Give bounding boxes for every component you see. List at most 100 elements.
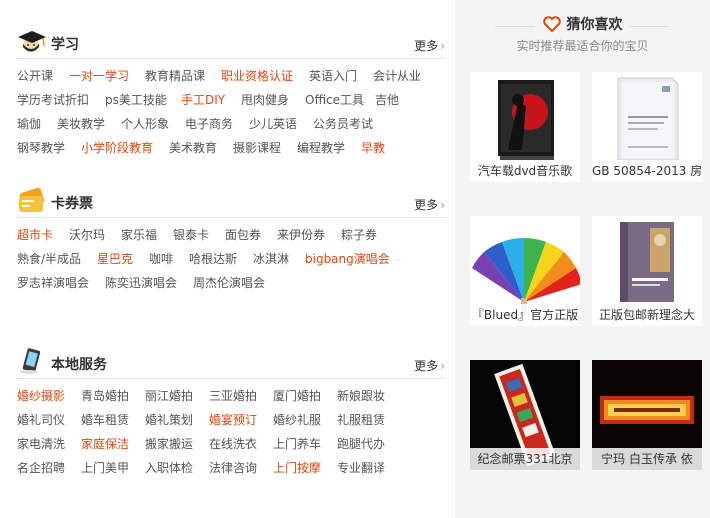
- category-link[interactable]: 小学阶段教育: [81, 140, 153, 156]
- category-link[interactable]: 名企招聘: [17, 460, 65, 476]
- category-link[interactable]: 婚车租赁: [81, 412, 129, 428]
- category-link[interactable]: 超市卡: [17, 227, 53, 243]
- graduation-cap-icon: [18, 31, 46, 52]
- category-link[interactable]: 星巴克: [97, 251, 133, 267]
- category-link[interactable]: 会计从业: [373, 68, 421, 84]
- product-caption: 汽车载dvd音乐歌: [470, 160, 580, 182]
- product-caption: 宁玛 白玉传承 依: [592, 448, 702, 470]
- category-link[interactable]: 入职体检: [145, 460, 193, 476]
- category-link[interactable]: 咖啡: [149, 251, 173, 267]
- section-title: 本地服务: [51, 357, 107, 373]
- category-link[interactable]: 陈奕迅演唱会: [105, 275, 177, 291]
- section-title: 学习: [51, 37, 79, 53]
- category-link[interactable]: 婚礼司仪: [17, 412, 65, 428]
- category-panel: 学习 更多 › 公开课 一对一学习 教育精品课 职业资格认证 英语入门 会计从业 …: [0, 0, 455, 518]
- category-link[interactable]: 银泰卡: [173, 227, 209, 243]
- category-link[interactable]: 冰淇淋: [253, 251, 289, 267]
- category-link[interactable]: 摄影课程: [233, 140, 281, 156]
- category-link[interactable]: 婚纱摄影: [17, 388, 65, 404]
- category-link[interactable]: 礼服租赁: [337, 412, 385, 428]
- category-link[interactable]: 新娘跟妆: [337, 388, 385, 404]
- category-link[interactable]: 美术教育: [169, 140, 217, 156]
- category-link[interactable]: 法律咨询: [209, 460, 257, 476]
- product-card[interactable]: 『Blued』官方正版: [470, 216, 580, 326]
- category-link[interactable]: 沃尔玛: [69, 227, 105, 243]
- category-link[interactable]: 上门美甲: [81, 460, 129, 476]
- category-link[interactable]: 专业翻译: [337, 460, 385, 476]
- category-link[interactable]: 婚纱礼服: [273, 412, 321, 428]
- category-link[interactable]: 手工DIY: [181, 92, 225, 108]
- category-link[interactable]: bigbang演唱会: [305, 251, 390, 267]
- product-card[interactable]: GB 50854-2013 房: [592, 72, 702, 182]
- category-link[interactable]: 公务员考试: [313, 116, 373, 132]
- section-header: 卡券票 更多 ›: [17, 187, 445, 218]
- recommendation-panel: 猜你喜欢 实时推荐最适合你的宝贝 汽车载dvd音乐歌 GB 50854-2013…: [455, 0, 710, 518]
- category-link[interactable]: 搬家搬运: [145, 436, 193, 452]
- category-link[interactable]: 丽江婚拍: [145, 388, 193, 404]
- more-link[interactable]: 更多 ›: [414, 196, 445, 213]
- product-caption: GB 50854-2013 房: [592, 160, 702, 182]
- category-link[interactable]: 少儿英语: [249, 116, 297, 132]
- link-row: 婚纱摄影 青岛婚拍 丽江婚拍 三亚婚拍 厦门婚拍 新娘跟妆: [17, 384, 445, 408]
- category-link[interactable]: 周杰伦演唱会: [193, 275, 265, 291]
- page: 学习 更多 › 公开课 一对一学习 教育精品课 职业资格认证 英语入门 会计从业 …: [0, 0, 710, 518]
- category-link[interactable]: 面包券: [225, 227, 261, 243]
- category-link[interactable]: 教育精品课: [145, 68, 205, 84]
- category-link[interactable]: 个人形象: [121, 116, 169, 132]
- phone-icon: [20, 348, 41, 374]
- link-row: 罗志祥演唱会 陈奕迅演唱会 周杰伦演唱会: [17, 271, 445, 295]
- category-link[interactable]: 粽子券: [341, 227, 377, 243]
- more-link[interactable]: 更多 ›: [414, 357, 445, 374]
- category-link[interactable]: 编程教学: [297, 140, 345, 156]
- product-card[interactable]: 宁玛 白玉传承 依: [592, 360, 702, 470]
- section-header: 学习 更多 ›: [17, 31, 445, 59]
- category-link[interactable]: 瑜伽: [17, 116, 41, 132]
- chevron-right-icon: ›: [440, 39, 445, 53]
- category-link[interactable]: 婚宴预订: [209, 412, 257, 428]
- link-row: 婚礼司仪 婚车租赁 婚礼策划 婚宴预订 婚纱礼服 礼服租赁: [17, 408, 445, 432]
- chevron-right-icon: ›: [440, 359, 445, 373]
- category-link[interactable]: 熟食/半成品: [17, 251, 81, 267]
- category-link[interactable]: 上门养车: [273, 436, 321, 452]
- link-row: 钢琴教学 小学阶段教育 美术教育 摄影课程 编程教学 早教: [17, 136, 445, 160]
- category-link[interactable]: 婚礼策划: [145, 412, 193, 428]
- category-link[interactable]: 电子商务: [185, 116, 233, 132]
- category-link[interactable]: 三亚婚拍: [209, 388, 257, 404]
- category-link[interactable]: 家乐福: [121, 227, 157, 243]
- section-cards: 卡券票 更多 › 超市卡 沃尔玛 家乐福 银泰卡 面包券 来伊份券 粽子券 熟食/…: [17, 187, 445, 295]
- category-link[interactable]: 公开课: [17, 68, 53, 84]
- category-link[interactable]: 上门按摩: [273, 460, 321, 476]
- category-link[interactable]: 甩肉健身: [241, 92, 289, 108]
- category-link[interactable]: 在线洗衣: [209, 436, 257, 452]
- category-link[interactable]: 家庭保洁: [81, 436, 129, 452]
- category-link[interactable]: 家电清洗: [17, 436, 65, 452]
- category-link[interactable]: 来伊份券: [277, 227, 325, 243]
- product-card[interactable]: 正版包邮新理念大: [592, 216, 702, 326]
- category-link[interactable]: 职业资格认证: [221, 68, 293, 84]
- product-card[interactable]: 汽车载dvd音乐歌: [470, 72, 580, 182]
- category-link[interactable]: 一对一学习: [69, 68, 129, 84]
- category-link[interactable]: Office工具: [305, 92, 364, 108]
- category-link[interactable]: 学历考试折扣: [17, 92, 89, 108]
- category-link[interactable]: 吉他: [375, 92, 399, 108]
- section-header: 本地服务 更多 ›: [17, 348, 445, 379]
- more-link[interactable]: 更多 ›: [414, 37, 445, 54]
- recommendation-title: 猜你喜欢: [566, 17, 623, 33]
- category-link[interactable]: 罗志祥演唱会: [17, 275, 89, 291]
- category-link[interactable]: 钢琴教学: [17, 140, 65, 156]
- link-row: 公开课 一对一学习 教育精品课 职业资格认证 英语入门 会计从业: [17, 64, 445, 88]
- recommendation-header: 猜你喜欢: [455, 14, 710, 36]
- category-link[interactable]: 美妆教学: [57, 116, 105, 132]
- category-link[interactable]: 英语入门: [309, 68, 357, 84]
- category-link[interactable]: ps美工技能: [105, 92, 167, 108]
- product-caption: 『Blued』官方正版: [470, 304, 580, 326]
- category-link[interactable]: 哈根达斯: [189, 251, 237, 267]
- category-link[interactable]: 早教: [361, 140, 385, 156]
- section-local-services: 本地服务 更多 › 婚纱摄影 青岛婚拍 丽江婚拍 三亚婚拍 厦门婚拍 新娘跟妆 婚…: [17, 348, 445, 480]
- link-row: 熟食/半成品 星巴克 咖啡 哈根达斯 冰淇淋 bigbang演唱会: [17, 247, 445, 271]
- link-row: 学历考试折扣 ps美工技能 手工DIY 甩肉健身 Office工具 吉他: [17, 88, 445, 112]
- product-card[interactable]: 纪念邮票331北京: [470, 360, 580, 470]
- category-link[interactable]: 青岛婚拍: [81, 388, 129, 404]
- category-link[interactable]: 跑腿代办: [337, 436, 385, 452]
- category-link[interactable]: 厦门婚拍: [273, 388, 321, 404]
